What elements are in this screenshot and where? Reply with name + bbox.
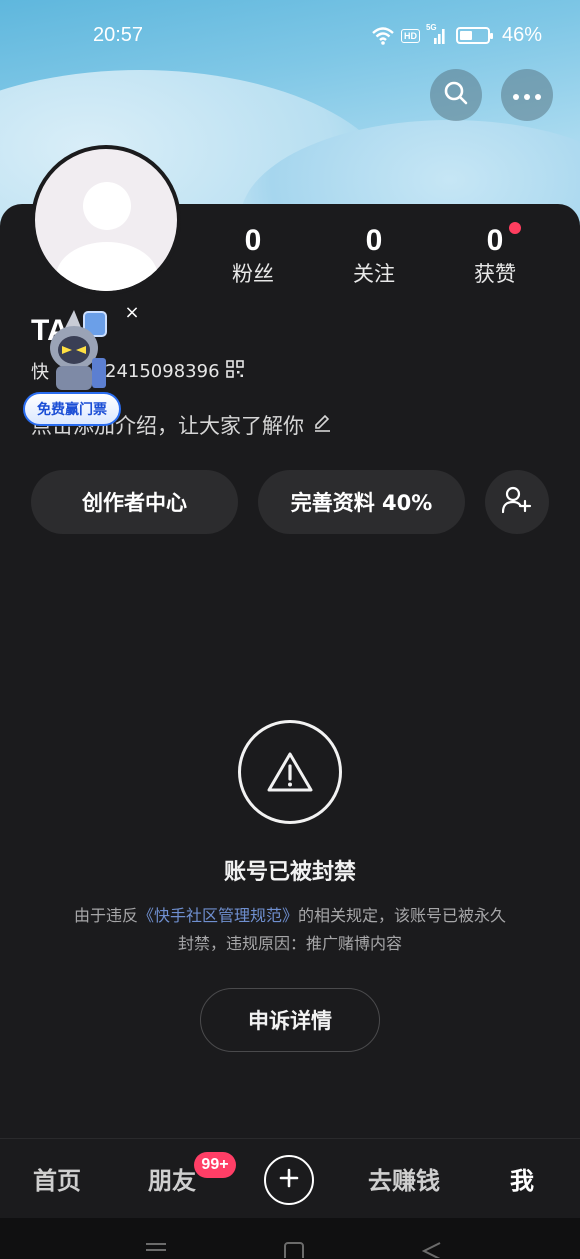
bottom-tab-bar: 首页 朋友 99+ 去赚钱 我 <box>0 1138 580 1218</box>
tab-me[interactable]: 我 <box>510 1161 534 1196</box>
qr-code-icon[interactable] <box>225 359 244 383</box>
create-post-button[interactable] <box>264 1155 314 1205</box>
tab-home[interactable]: 首页 <box>33 1161 81 1196</box>
status-bar: 20:57 HD 5G 46% <box>0 18 580 58</box>
signal-icon: 5G <box>425 22 446 46</box>
friends-unread-badge: 99+ <box>194 1152 236 1178</box>
avatar-placeholder-head <box>83 182 131 230</box>
stat-value: 0 <box>486 224 504 257</box>
stat-label: 关注 <box>353 262 395 286</box>
promo-badge[interactable]: 免费赢门票 <box>23 392 121 426</box>
avatar[interactable] <box>31 145 181 295</box>
stat-label: 获赞 <box>474 262 516 286</box>
stat-followers[interactable]: 0 粉丝 <box>208 222 298 288</box>
edit-pencil-icon <box>312 413 332 438</box>
back-triangle-icon[interactable] <box>422 1242 442 1258</box>
stat-value: 0 <box>244 224 262 257</box>
battery-text: 46% <box>501 24 542 46</box>
action-row: 创作者中心 完善资料 40% <box>0 470 580 534</box>
ban-desc-before: 由于违反 <box>73 906 138 925</box>
recents-menu-icon[interactable] <box>145 1242 167 1256</box>
stat-label: 粉丝 <box>232 262 274 286</box>
creator-center-button[interactable]: 创作者中心 <box>31 470 238 534</box>
stat-value: 0 <box>365 224 383 257</box>
wifi-icon <box>371 26 395 46</box>
battery-fill <box>459 31 472 40</box>
system-nav-bar <box>0 1218 580 1259</box>
stat-likes[interactable]: 0 获赞 <box>450 222 540 288</box>
avatar-placeholder-body <box>56 242 158 291</box>
community-rules-link[interactable]: 《快手社区管理规范》 <box>138 906 298 925</box>
ban-description: 由于违反《快手社区管理规范》的相关规定，该账号已被永久封禁，违规原因：推广赌博内… <box>70 902 510 958</box>
search-icon <box>443 80 469 110</box>
stat-following[interactable]: 0 关注 <box>329 222 419 288</box>
status-icons: HD 5G 46% <box>371 22 542 47</box>
more-icon <box>512 86 542 105</box>
battery-icon <box>455 27 493 44</box>
notification-dot <box>509 222 521 234</box>
ban-notice: 账号已被封禁 由于违反《快手社区管理规范》的相关规定，该账号已被永久封禁，违规原… <box>0 720 580 1052</box>
tab-earn[interactable]: 去赚钱 <box>368 1161 440 1196</box>
status-time: 20:57 <box>93 24 144 46</box>
add-friend-icon <box>501 486 532 519</box>
warning-icon <box>238 720 342 824</box>
plus-icon <box>278 1167 300 1193</box>
add-friend-button[interactable] <box>485 470 549 534</box>
promo-close-button[interactable]: × <box>120 300 144 324</box>
signal-label: 5G <box>425 22 437 32</box>
home-square-icon[interactable] <box>284 1242 304 1258</box>
appeal-details-button[interactable]: 申诉详情 <box>200 988 380 1052</box>
complete-profile-button[interactable]: 完善资料 40% <box>258 470 465 534</box>
hd-icon: HD <box>400 28 420 43</box>
more-button[interactable] <box>501 69 553 121</box>
tab-friends[interactable]: 朋友 <box>148 1161 196 1196</box>
ban-title: 账号已被封禁 <box>223 860 356 885</box>
search-button[interactable] <box>430 69 482 121</box>
